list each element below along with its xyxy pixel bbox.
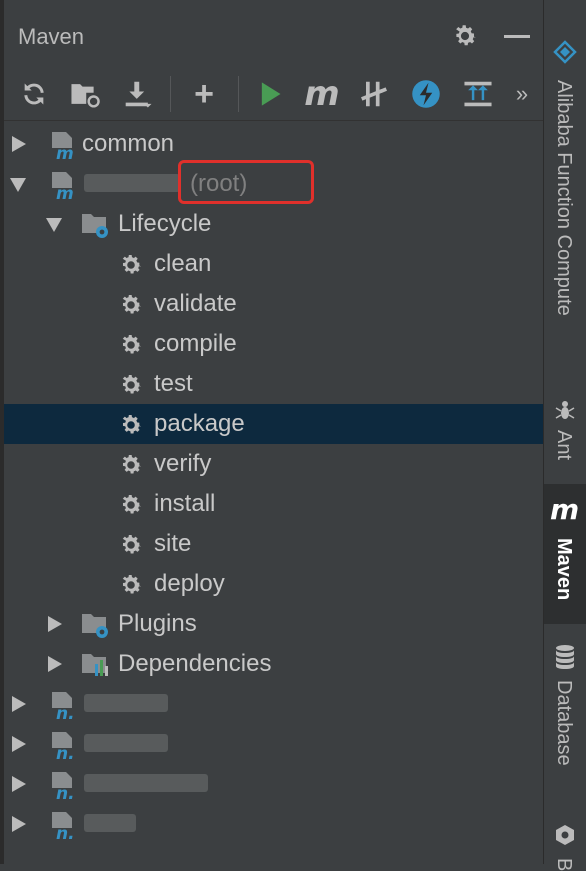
gear-icon bbox=[122, 335, 142, 354]
maven-module-icon: m bbox=[52, 132, 74, 160]
download-sources-icon[interactable] bbox=[120, 76, 156, 112]
skip-tests-icon[interactable] bbox=[408, 76, 444, 112]
tab-alibaba-function-compute[interactable]: Alibaba Function Compute bbox=[544, 36, 586, 376]
gear-icon bbox=[122, 255, 142, 274]
maven-module-icon: n. bbox=[52, 692, 75, 720]
collapse-arrow-icon[interactable] bbox=[46, 218, 62, 232]
highlight-annotation-box bbox=[178, 160, 314, 204]
lifecycle-goal-deploy[interactable]: deploy bbox=[4, 564, 543, 604]
goal-label: compile bbox=[154, 330, 237, 357]
expand-arrow-icon[interactable] bbox=[12, 816, 26, 832]
lifecycle-goal-site[interactable]: site bbox=[4, 524, 543, 564]
maven-module-icon: n. bbox=[52, 732, 75, 760]
svg-text:n.: n. bbox=[56, 824, 75, 840]
b-tool-icon bbox=[556, 825, 574, 845]
minimize-icon[interactable] bbox=[504, 35, 530, 38]
gear-icon bbox=[122, 535, 142, 554]
right-tool-window-bar: Alibaba Function Compute Ant m Maven Dat… bbox=[543, 0, 586, 871]
tree-node-module[interactable]: n. bbox=[4, 684, 543, 724]
expand-arrow-icon[interactable] bbox=[48, 616, 62, 632]
add-maven-project-icon[interactable] bbox=[67, 76, 103, 112]
lifecycle-goal-clean[interactable]: clean bbox=[4, 244, 543, 284]
goal-label: verify bbox=[154, 450, 212, 477]
lifecycle-goal-verify[interactable]: verify bbox=[4, 444, 543, 484]
toolbar-divider bbox=[4, 120, 543, 121]
show-dependencies-icon[interactable] bbox=[460, 76, 496, 112]
tree-node-common[interactable]: m common bbox=[4, 124, 543, 164]
tree-node-label: common bbox=[82, 130, 175, 157]
run-icon[interactable] bbox=[252, 76, 288, 112]
redacted-project-name bbox=[84, 174, 180, 192]
database-icon bbox=[556, 645, 574, 669]
goal-label: deploy bbox=[154, 570, 225, 597]
goal-label: package bbox=[154, 410, 245, 437]
collapse-arrow-icon[interactable] bbox=[10, 178, 26, 192]
reload-icon[interactable] bbox=[16, 76, 52, 112]
gear-icon bbox=[122, 575, 142, 594]
add-icon[interactable]: + bbox=[186, 76, 222, 112]
tree-node-module[interactable]: n. bbox=[4, 804, 543, 844]
tab-ant[interactable]: Ant bbox=[544, 392, 586, 476]
svg-text:m: m bbox=[56, 144, 74, 160]
tree-node-label: Dependencies bbox=[118, 650, 272, 677]
gear-icon bbox=[122, 495, 142, 514]
tab-maven[interactable]: m Maven bbox=[544, 484, 586, 624]
execute-maven-goal-icon[interactable]: m bbox=[304, 76, 340, 112]
lifecycle-folder-icon bbox=[82, 214, 108, 238]
gear-icon bbox=[122, 415, 142, 434]
settings-gear-icon[interactable] bbox=[451, 22, 479, 50]
gear-icon bbox=[122, 295, 142, 314]
svg-text:n.: n. bbox=[56, 704, 75, 720]
goal-label: site bbox=[154, 530, 192, 557]
lifecycle-goal-test[interactable]: test bbox=[4, 364, 543, 404]
maven-tab-icon: m bbox=[550, 493, 580, 526]
tab-database[interactable]: Database bbox=[544, 640, 586, 790]
maven-tool-window: Maven + m » m common m (root) Lifecycle … bbox=[0, 0, 543, 864]
tree-node-label: Lifecycle bbox=[118, 210, 212, 237]
maven-module-icon: n. bbox=[52, 812, 75, 840]
svg-text:m: m bbox=[56, 184, 74, 200]
svg-text:n.: n. bbox=[56, 784, 75, 800]
ant-icon bbox=[555, 401, 575, 419]
tree-node-module[interactable]: n. bbox=[4, 764, 543, 804]
expand-arrow-icon[interactable] bbox=[12, 136, 26, 152]
plugins-folder-icon bbox=[82, 614, 108, 638]
expand-arrow-icon[interactable] bbox=[12, 736, 26, 752]
goal-label: test bbox=[154, 370, 193, 397]
dependencies-folder-icon bbox=[82, 654, 108, 676]
goal-label: clean bbox=[154, 250, 212, 277]
maven-module-icon: m bbox=[52, 172, 74, 200]
tree-node-lifecycle[interactable]: Lifecycle bbox=[4, 204, 543, 244]
tab-b[interactable]: B bbox=[544, 820, 586, 871]
goal-label: install bbox=[154, 490, 216, 517]
svg-text:n.: n. bbox=[56, 744, 75, 760]
lifecycle-goal-validate[interactable]: validate bbox=[4, 284, 543, 324]
tree-node-dependencies[interactable]: Dependencies bbox=[4, 644, 543, 684]
tool-window-header: Maven bbox=[4, 0, 543, 72]
function-compute-icon bbox=[553, 40, 577, 64]
redacted-module-name bbox=[84, 814, 136, 832]
toolbar-separator bbox=[238, 76, 239, 112]
more-icon[interactable]: » bbox=[508, 76, 536, 112]
expand-arrow-icon[interactable] bbox=[12, 776, 26, 792]
gear-icon bbox=[122, 455, 142, 474]
expand-arrow-icon[interactable] bbox=[48, 656, 62, 672]
gear-icon bbox=[122, 375, 142, 394]
lifecycle-goal-package[interactable]: package bbox=[4, 404, 543, 444]
tree-node-label: Plugins bbox=[118, 610, 197, 637]
toggle-offline-icon[interactable] bbox=[356, 76, 392, 112]
redacted-module-name bbox=[84, 774, 208, 792]
maven-module-icon: n. bbox=[52, 772, 75, 800]
tree-node-plugins[interactable]: Plugins bbox=[4, 604, 543, 644]
goal-label: validate bbox=[154, 290, 237, 317]
redacted-module-name bbox=[84, 734, 168, 752]
expand-arrow-icon[interactable] bbox=[12, 696, 26, 712]
lifecycle-goal-install[interactable]: install bbox=[4, 484, 543, 524]
maven-toolbar: + m » bbox=[4, 72, 543, 118]
redacted-module-name bbox=[84, 694, 168, 712]
tool-window-title: Maven bbox=[18, 24, 85, 49]
toolbar-separator bbox=[170, 76, 171, 112]
lifecycle-goal-compile[interactable]: compile bbox=[4, 324, 543, 364]
tree-node-module[interactable]: n. bbox=[4, 724, 543, 764]
